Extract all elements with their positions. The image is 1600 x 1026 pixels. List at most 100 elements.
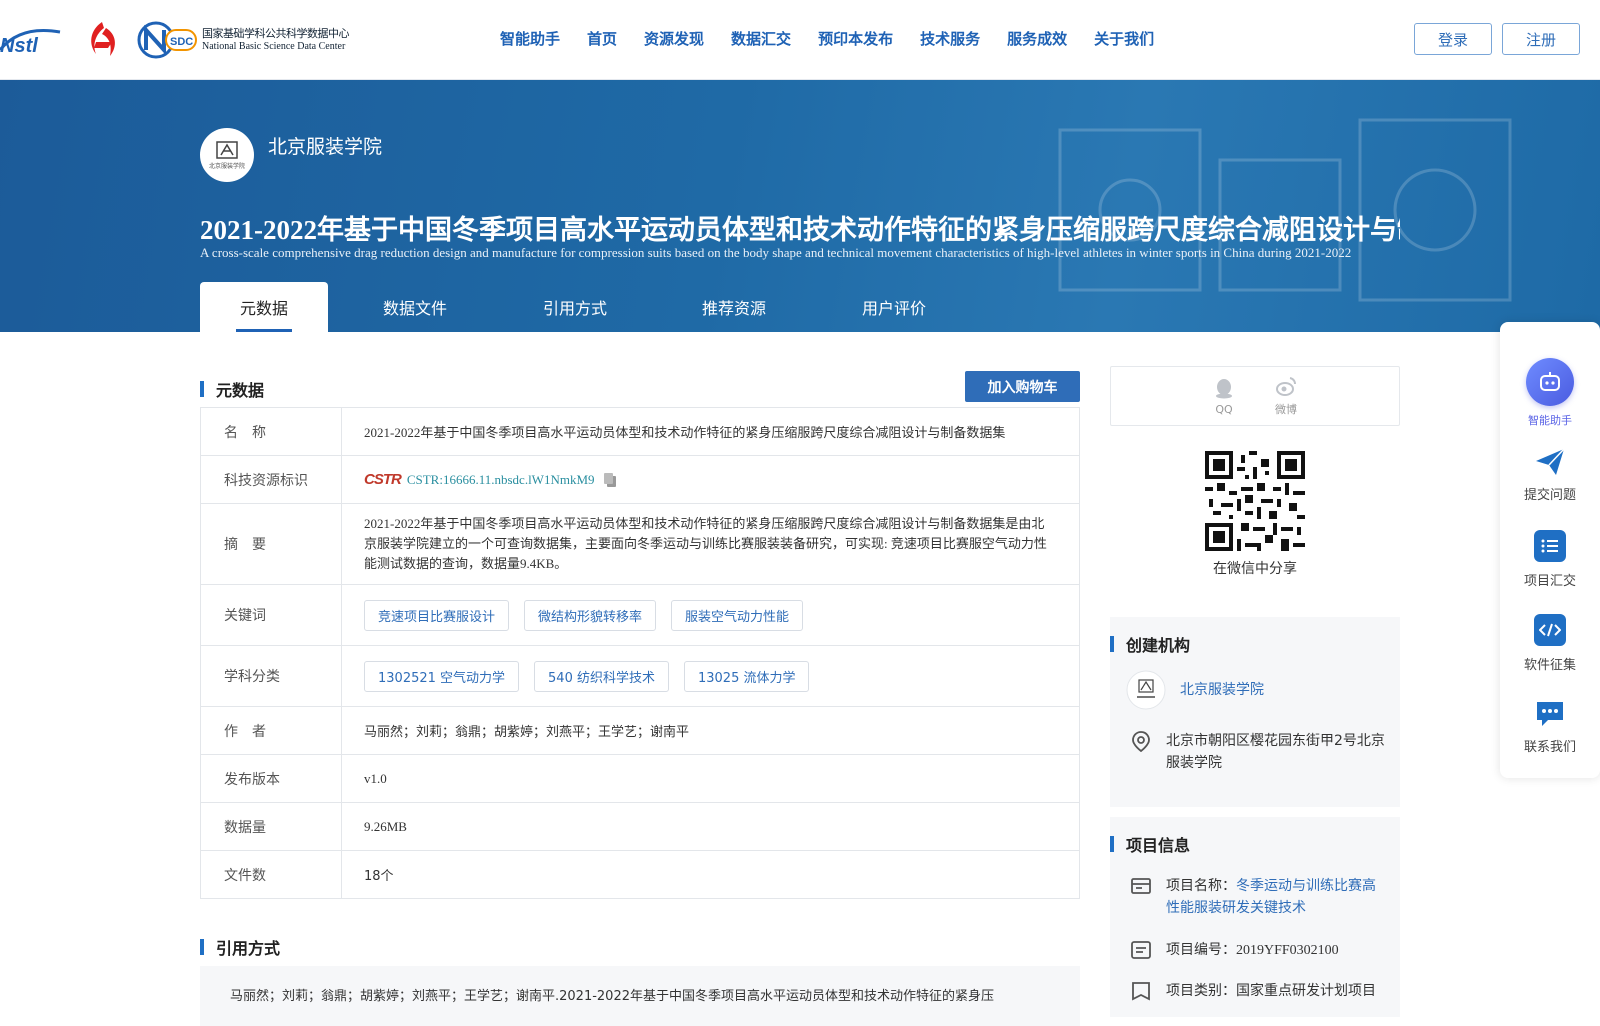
nsdc-emblem-icon: SDC	[137, 21, 197, 59]
identifier-label: 科技资源标识	[201, 456, 342, 503]
dataset-title-cn: 2021-2022年基于中国冬季项目高水平运动员体型和技术动作特征的紧身压缩服跨…	[200, 215, 1400, 245]
version-label: 发布版本	[201, 755, 342, 802]
main-nav: 智能助手 首页 资源发现 数据汇交 预印本发布 技术服务 服务成效 关于我们	[500, 28, 1154, 49]
location-pin-icon	[1132, 731, 1150, 752]
institution-seal-text: 北京服装学院	[208, 162, 245, 170]
project-name-row: 项目名称：冬季运动与训练比赛高性能服装研发关键技术	[1130, 875, 1385, 919]
table-row: 摘 要 2021-2022年基于中国冬季项目高水平运动员体型和技术动作特征的紧身…	[201, 504, 1079, 585]
project-code-value: 2019YFF0302100	[1236, 943, 1339, 958]
subjects-label: 学科分类	[201, 646, 342, 706]
float-contact-button[interactable]: 联系我们	[1500, 698, 1600, 755]
nav-assistant[interactable]: 智能助手	[500, 28, 560, 49]
nsdc-english-name: National Basic Science Data Center	[202, 40, 346, 52]
nstl-logo-icon[interactable]: Nstl	[0, 20, 68, 60]
citation-text: 马丽然；刘莉；翁鼎；胡紫婷；刘燕平；王学艺；谢南平.2021-2022年基于中国…	[230, 989, 994, 1004]
copy-icon[interactable]	[603, 472, 617, 488]
data-size-value: 9.26MB	[364, 818, 407, 834]
add-to-cart-button[interactable]: 加入购物车	[965, 371, 1080, 402]
float-software-collect-label: 软件征集	[1523, 658, 1576, 673]
code-icon	[1534, 614, 1566, 646]
register-button[interactable]: 注册	[1502, 23, 1580, 55]
citation-heading: 引用方式	[200, 935, 280, 959]
name-label: 名 称	[201, 408, 342, 455]
dataset-tabs: 元数据 数据文件 引用方式 推荐资源 用户评价	[200, 282, 968, 332]
list-icon	[1534, 530, 1566, 562]
table-row: 名 称 2021-2022年基于中国冬季项目高水平运动员体型和技术动作特征的紧身…	[201, 408, 1079, 456]
nsdc-logo[interactable]: SDC 国家基础学科公共科学数据中心 National Basic Scienc…	[136, 20, 350, 60]
nstl-logo-text: Nstl	[0, 35, 38, 57]
share-qq[interactable]: QQ	[1213, 377, 1235, 416]
nav-service-results[interactable]: 服务成效	[1007, 28, 1067, 49]
subject-tags: 1302521 空气动力学 540 纺织科学技术 13025 流体力学	[364, 660, 810, 692]
float-contact-label: 联系我们	[1523, 740, 1576, 755]
creator-address-row: 北京市朝阳区樱花园东街甲2号北京服装学院	[1130, 730, 1385, 774]
subject-tag[interactable]: 13025 流体力学	[683, 660, 810, 692]
abstract-value: 2021-2022年基于中国冬季项目高水平运动员体型和技术动作特征的紧身压缩服跨…	[364, 516, 1047, 571]
nsdc-badge-text: SDC	[170, 36, 193, 48]
tab-citation[interactable]: 引用方式	[502, 282, 648, 332]
chat-bubble-icon	[1537, 702, 1563, 726]
float-submit-issue-label: 提交问题	[1523, 488, 1576, 503]
table-row: 科技资源标识 CSTR CSTR:16666.11.nbsdc.lW1NmkM9	[201, 456, 1079, 504]
float-submit-issue-button[interactable]: 提交问题	[1500, 446, 1600, 503]
cstr-identifier-link[interactable]: CSTR:16666.11.nbsdc.lW1NmkM9	[407, 472, 595, 488]
dataset-title-en: A cross-scale comprehensive drag reducti…	[200, 245, 1352, 260]
login-button[interactable]: 登录	[1414, 23, 1492, 55]
robot-icon	[1526, 358, 1574, 406]
wechat-qr-code-icon	[1205, 451, 1305, 551]
nav-data-collection[interactable]: 数据汇交	[731, 28, 791, 49]
share-card: QQ 微博	[1110, 366, 1400, 426]
file-count-value: 18个	[364, 869, 394, 884]
heading-accent-bar	[1110, 836, 1114, 852]
nav-tech-services[interactable]: 技术服务	[920, 28, 980, 49]
institution-seal-icon	[216, 140, 238, 159]
table-row: 发布版本 v1.0	[201, 755, 1079, 803]
authors-label: 作 者	[201, 707, 342, 754]
creator-heading: 创建机构	[1110, 632, 1190, 656]
red-swirl-logo-icon[interactable]	[82, 20, 122, 60]
keyword-tag[interactable]: 竞速项目比赛服设计	[364, 599, 510, 631]
share-weibo-label: 微博	[1275, 403, 1297, 416]
creator-institution-link[interactable]: 北京服装学院	[1180, 679, 1264, 701]
tab-user-reviews[interactable]: 用户评价	[820, 282, 968, 332]
floating-tool-panel: 智能助手 提交问题 项目汇交 软件征集 联系我们	[1500, 322, 1600, 778]
nav-resource-discovery[interactable]: 资源发现	[644, 28, 704, 49]
project-type-row: 项目类别：国家重点研发计划项目	[1130, 980, 1376, 1002]
float-project-collect-button[interactable]: 项目汇交	[1500, 530, 1600, 589]
project-type-icon	[1132, 982, 1150, 1001]
creator-institution-row: 北京服装学院	[1126, 670, 1264, 710]
nav-about[interactable]: 关于我们	[1094, 28, 1154, 49]
keyword-tag[interactable]: 微结构形貌转移率	[524, 599, 657, 631]
tab-metadata[interactable]: 元数据	[200, 282, 328, 332]
subject-tag[interactable]: 1302521 空气动力学	[364, 660, 520, 692]
share-weibo[interactable]: 微博	[1275, 375, 1297, 417]
heading-accent-bar	[1110, 636, 1114, 652]
tab-recommended[interactable]: 推荐资源	[648, 282, 820, 332]
version-value: v1.0	[364, 770, 387, 786]
float-assistant-button[interactable]: 智能助手	[1500, 358, 1600, 428]
metadata-heading: 元数据	[200, 377, 264, 401]
institution-name[interactable]: 北京服装学院	[268, 132, 382, 159]
heading-accent-bar	[200, 381, 204, 397]
metadata-heading-text: 元数据	[216, 381, 265, 400]
keyword-tags: 竞速项目比赛服设计 微结构形貌转移率 服装空气动力性能	[364, 599, 804, 631]
heading-accent-bar	[200, 939, 204, 955]
nsdc-chinese-name: 国家基础学科公共科学数据中心	[202, 26, 350, 40]
keyword-tag[interactable]: 服装空气动力性能	[671, 599, 804, 631]
float-software-collect-button[interactable]: 软件征集	[1500, 614, 1600, 673]
tab-data-files[interactable]: 数据文件	[328, 282, 502, 332]
identifier-value: CSTR CSTR:16666.11.nbsdc.lW1NmkM9	[342, 456, 1079, 503]
authors-value: 马丽然；刘莉；翁鼎；胡紫婷；刘燕平；王学艺；谢南平	[364, 725, 690, 740]
share-qq-label: QQ	[1215, 402, 1233, 416]
project-heading: 项目信息	[1110, 832, 1190, 856]
project-code-label: 项目编号：	[1166, 942, 1236, 958]
subject-tag[interactable]: 540 纺织科学技术	[534, 660, 669, 692]
creator-logo-icon	[1126, 670, 1166, 710]
nav-preprint[interactable]: 预印本发布	[818, 28, 893, 49]
project-heading-text: 项目信息	[1126, 836, 1191, 855]
metadata-table: 名 称 2021-2022年基于中国冬季项目高水平运动员体型和技术动作特征的紧身…	[200, 407, 1080, 899]
nav-home[interactable]: 首页	[587, 28, 617, 49]
table-row: 作 者 马丽然；刘莉；翁鼎；胡紫婷；刘燕平；王学艺；谢南平	[201, 707, 1079, 755]
logo-group: Nstl SDC 国家基础学科公共科学数据中心 National Basic S…	[0, 18, 350, 62]
float-project-collect-label: 项目汇交	[1523, 574, 1576, 589]
